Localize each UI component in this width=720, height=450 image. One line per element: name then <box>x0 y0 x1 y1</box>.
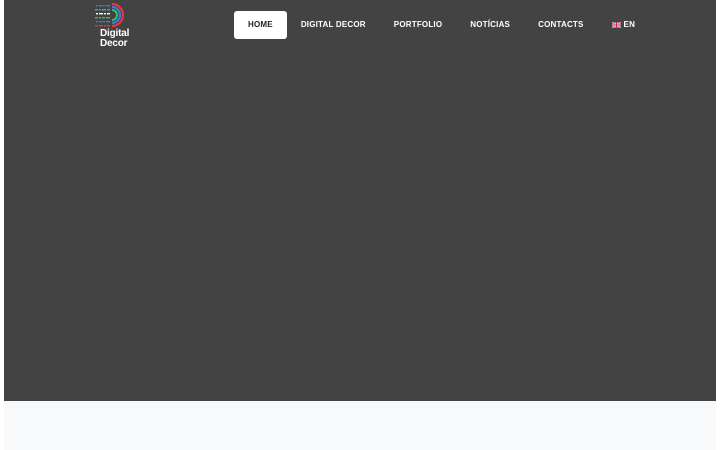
logo-text-line2: Decor <box>100 38 128 49</box>
logo-text: Digital Decor <box>100 29 129 49</box>
nav-item-noticias[interactable]: NOTÍCIAS <box>456 11 524 39</box>
nav-item-digital-decor[interactable]: DIGITAL DECOR <box>287 11 380 39</box>
nav-item-home[interactable]: HOME <box>234 10 287 39</box>
uk-flag-icon <box>611 21 621 28</box>
hero-section <box>4 0 716 401</box>
language-label: EN <box>623 20 636 29</box>
nav-item-contacts[interactable]: CONTACTS <box>524 11 597 39</box>
nav-item-portfolio[interactable]: PORTFOLIO <box>380 11 456 39</box>
main-navigation: HOME DIGITAL DECOR PORTFOLIO NOTÍCIAS CO… <box>234 10 649 39</box>
digital-decor-logo-icon <box>95 2 125 28</box>
content-section <box>4 401 716 450</box>
site-logo[interactable]: Digital Decor <box>94 2 140 50</box>
language-switcher[interactable]: EN <box>598 11 650 39</box>
